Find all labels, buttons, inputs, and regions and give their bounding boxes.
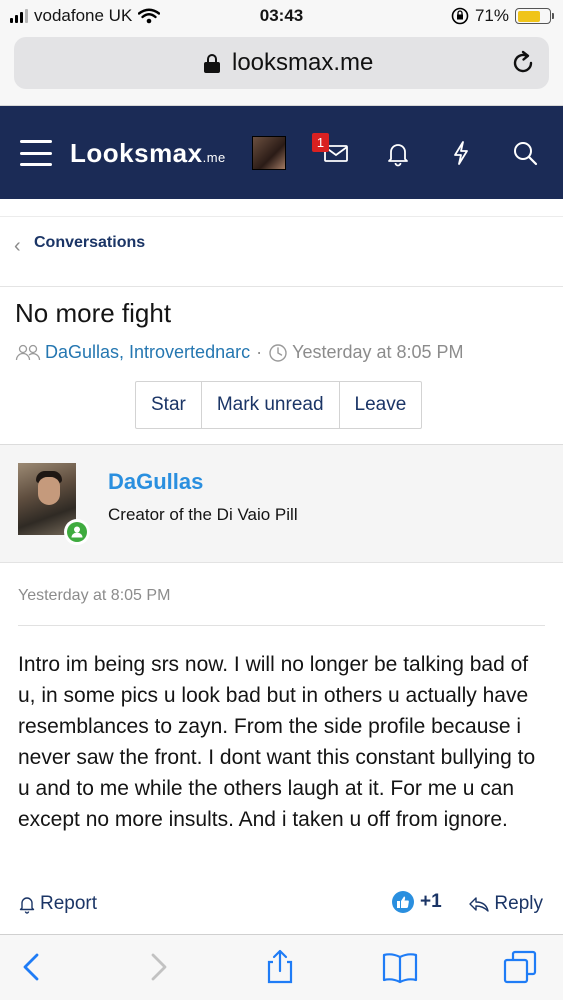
battery-level-fill bbox=[517, 10, 540, 22]
breadcrumb-conversations[interactable]: Conversations bbox=[34, 234, 145, 252]
reply-label: Reply bbox=[494, 893, 543, 914]
share-icon[interactable] bbox=[262, 949, 298, 985]
bell-outline-icon bbox=[19, 897, 35, 914]
battery-percent: 71% bbox=[474, 6, 509, 25]
back-icon[interactable] bbox=[14, 949, 50, 985]
report-button[interactable]: Report bbox=[18, 893, 97, 915]
star-button[interactable]: Star bbox=[136, 382, 202, 428]
message-username[interactable]: DaGullas bbox=[108, 469, 203, 495]
lock-icon bbox=[204, 54, 220, 73]
reaction-summary[interactable]: +1 bbox=[392, 891, 442, 913]
online-status-icon bbox=[64, 519, 90, 545]
clock-icon bbox=[269, 343, 287, 362]
orientation-lock-icon bbox=[451, 7, 469, 25]
mark-unread-button[interactable]: Mark unread bbox=[202, 382, 340, 428]
bell-icon[interactable] bbox=[383, 138, 413, 168]
conversation-time: Yesterday at 8:05 PM bbox=[292, 342, 464, 362]
participants-list[interactable]: DaGullas, Introvertednarc bbox=[45, 342, 250, 363]
browser-chrome: looksmax.me bbox=[0, 32, 563, 106]
leave-button[interactable]: Leave bbox=[340, 382, 422, 428]
inbox-badge: 1 bbox=[312, 133, 329, 152]
status-right: 71% bbox=[451, 6, 554, 26]
reply-button[interactable]: Reply bbox=[468, 893, 543, 915]
like-icon bbox=[392, 891, 414, 913]
bolt-icon[interactable] bbox=[446, 138, 476, 168]
battery-icon bbox=[515, 8, 554, 24]
conversation-meta: DaGullas, Introvertednarc · Yesterday at… bbox=[15, 342, 464, 363]
reload-icon[interactable] bbox=[509, 49, 537, 77]
address-bar[interactable]: looksmax.me bbox=[14, 37, 549, 89]
search-icon[interactable] bbox=[510, 138, 540, 168]
like-count: +1 bbox=[420, 891, 442, 912]
reply-icon bbox=[469, 897, 490, 912]
user-title: Creator of the Di Vaio Pill bbox=[108, 505, 298, 524]
site-nav: Looksmax.me 1 bbox=[0, 106, 563, 199]
message-user-block: DaGullas Creator of the Di Vaio Pill bbox=[0, 445, 563, 563]
forward-icon[interactable] bbox=[140, 949, 176, 985]
account-avatar[interactable] bbox=[252, 136, 286, 170]
message-timestamp[interactable]: Yesterday at 8:05 PM bbox=[18, 587, 170, 605]
tabs-icon[interactable] bbox=[502, 949, 538, 985]
chevron-left-icon: ‹ bbox=[14, 235, 21, 257]
conversation-actions: Star Mark unread Leave bbox=[135, 381, 423, 429]
browser-toolbar bbox=[0, 934, 563, 1000]
menu-icon[interactable] bbox=[20, 140, 52, 166]
breadcrumb: ‹ Conversations bbox=[0, 199, 563, 287]
divider bbox=[18, 625, 545, 626]
status-bar: vodafone UK 03:43 71% bbox=[0, 0, 563, 32]
logo-text-start: Lo bbox=[70, 138, 103, 168]
participants-icon bbox=[15, 344, 41, 360]
message-actions: Report +1 Reply bbox=[0, 891, 563, 923]
site-logo[interactable]: Looksmax.me bbox=[70, 138, 226, 169]
message: DaGullas Creator of the Di Vaio Pill Yes… bbox=[0, 444, 563, 934]
message-body: Intro im being srs now. I will no longer… bbox=[18, 653, 536, 831]
bookmarks-icon[interactable] bbox=[382, 949, 418, 985]
conversation-title: No more fight bbox=[15, 298, 172, 328]
logo-suffix: .me bbox=[202, 150, 226, 165]
report-label: Report bbox=[40, 893, 98, 914]
meta-separator: · bbox=[256, 342, 263, 362]
logo-text-end: oksmax bbox=[102, 138, 203, 168]
divider bbox=[0, 216, 563, 217]
url-text: looksmax.me bbox=[232, 49, 374, 76]
